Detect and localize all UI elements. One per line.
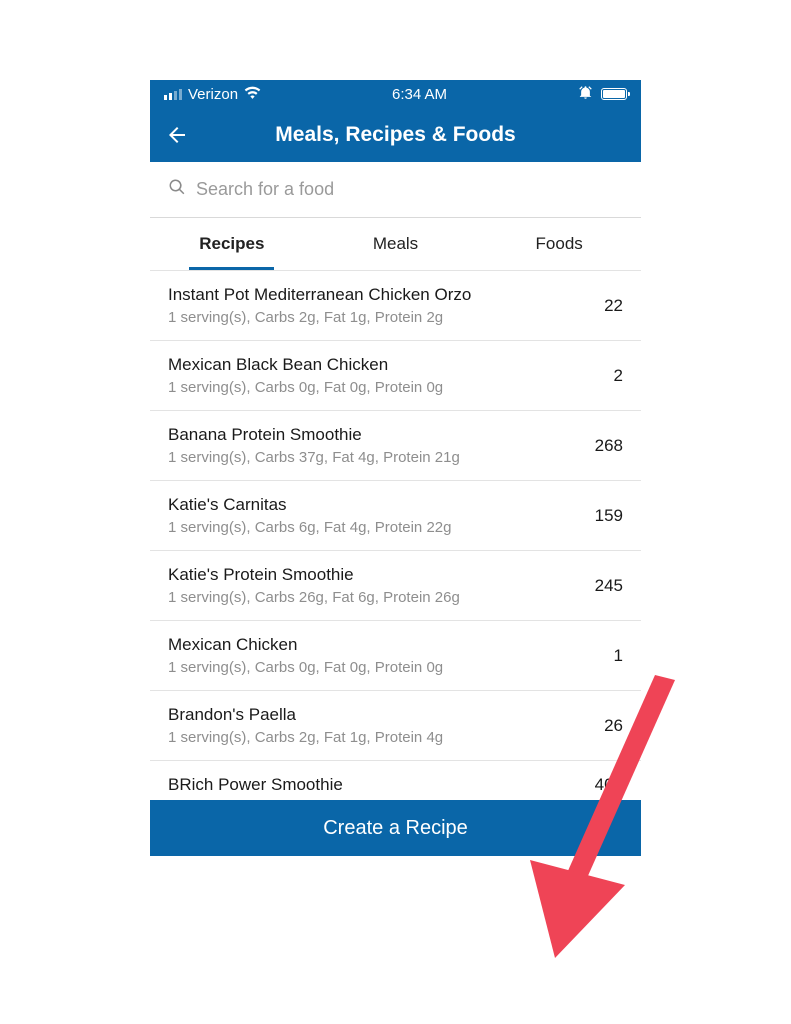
search-input[interactable] (196, 179, 623, 200)
list-item-subtitle: 1 serving(s), Carbs 44g, Fat 7g, Protein… (168, 799, 563, 800)
signal-bars-icon (164, 88, 182, 100)
list-item[interactable]: Katie's Carnitas 1 serving(s), Carbs 6g,… (150, 480, 641, 550)
arrow-left-icon (165, 123, 189, 147)
list-item-value: 268 (581, 436, 623, 456)
list-item-subtitle: 1 serving(s), Carbs 2g, Fat 1g, Protein … (168, 729, 563, 746)
list-item-text: BRich Power Smoothie 1 serving(s), Carbs… (168, 775, 563, 800)
list-item-title: Katie's Carnitas (168, 495, 563, 515)
list-item-subtitle: 1 serving(s), Carbs 26g, Fat 6g, Protein… (168, 589, 563, 606)
list-item-value: 245 (581, 576, 623, 596)
search-icon (168, 178, 186, 201)
alarm-icon (578, 85, 593, 104)
create-recipe-button[interactable]: Create a Recipe (150, 800, 641, 856)
list-item-value: 1 (581, 646, 623, 666)
list-item-subtitle: 1 serving(s), Carbs 0g, Fat 0g, Protein … (168, 659, 563, 676)
list-item-title: Banana Protein Smoothie (168, 425, 563, 445)
wifi-icon (244, 86, 261, 103)
list-item-value: 22 (581, 296, 623, 316)
list-item-title: Instant Pot Mediterranean Chicken Orzo (168, 285, 563, 305)
list-item-text: Mexican Chicken 1 serving(s), Carbs 0g, … (168, 635, 563, 676)
list-item-subtitle: 1 serving(s), Carbs 2g, Fat 1g, Protein … (168, 309, 563, 326)
list-item[interactable]: Instant Pot Mediterranean Chicken Orzo 1… (150, 270, 641, 340)
battery-icon (601, 88, 627, 100)
list-item-text: Brandon's Paella 1 serving(s), Carbs 2g,… (168, 705, 563, 746)
list-item-subtitle: 1 serving(s), Carbs 6g, Fat 4g, Protein … (168, 519, 563, 536)
list-item-text: Banana Protein Smoothie 1 serving(s), Ca… (168, 425, 563, 466)
status-right (578, 85, 627, 104)
list-item[interactable]: Brandon's Paella 1 serving(s), Carbs 2g,… (150, 690, 641, 760)
list-item-title: BRich Power Smoothie (168, 775, 563, 795)
list-item-text: Instant Pot Mediterranean Chicken Orzo 1… (168, 285, 563, 326)
tab-foods[interactable]: Foods (477, 218, 641, 270)
list-item-value: 159 (581, 506, 623, 526)
list-item-value: 405 (581, 775, 623, 795)
list-item[interactable]: Mexican Chicken 1 serving(s), Carbs 0g, … (150, 620, 641, 690)
list-item-text: Katie's Protein Smoothie 1 serving(s), C… (168, 565, 563, 606)
tab-meals[interactable]: Meals (314, 218, 478, 270)
search-row[interactable] (150, 162, 641, 218)
list-item-value: 2 (581, 366, 623, 386)
tabs: Recipes Meals Foods (150, 218, 641, 270)
list-item-text: Mexican Black Bean Chicken 1 serving(s),… (168, 355, 563, 396)
carrier-label: Verizon (188, 86, 238, 103)
tab-recipes[interactable]: Recipes (150, 218, 314, 270)
recipe-list[interactable]: Instant Pot Mediterranean Chicken Orzo 1… (150, 270, 641, 800)
status-left: Verizon (164, 86, 261, 103)
list-item-subtitle: 1 serving(s), Carbs 37g, Fat 4g, Protein… (168, 449, 563, 466)
list-item[interactable]: Mexican Black Bean Chicken 1 serving(s),… (150, 340, 641, 410)
status-time: 6:34 AM (392, 86, 447, 103)
list-item-title: Katie's Protein Smoothie (168, 565, 563, 585)
list-item-text: Katie's Carnitas 1 serving(s), Carbs 6g,… (168, 495, 563, 536)
list-item-value: 26 (581, 716, 623, 736)
list-item[interactable]: Banana Protein Smoothie 1 serving(s), Ca… (150, 410, 641, 480)
list-item-title: Brandon's Paella (168, 705, 563, 725)
back-button[interactable] (150, 108, 204, 162)
page-title: Meals, Recipes & Foods (150, 123, 641, 147)
app-screen: Verizon 6:34 AM Meals, Recipes & Foods R… (150, 80, 641, 856)
list-item-subtitle: 1 serving(s), Carbs 0g, Fat 0g, Protein … (168, 379, 563, 396)
list-item-title: Mexican Chicken (168, 635, 563, 655)
list-item-title: Mexican Black Bean Chicken (168, 355, 563, 375)
status-bar: Verizon 6:34 AM (150, 80, 641, 108)
list-item[interactable]: BRich Power Smoothie 1 serving(s), Carbs… (150, 760, 641, 800)
app-header: Meals, Recipes & Foods (150, 108, 641, 162)
list-item[interactable]: Katie's Protein Smoothie 1 serving(s), C… (150, 550, 641, 620)
